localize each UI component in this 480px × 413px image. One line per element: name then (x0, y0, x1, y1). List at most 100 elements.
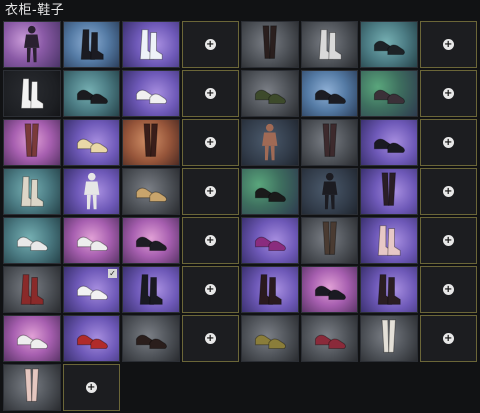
check-icon: ✓ (108, 269, 117, 278)
shoes-icon (373, 138, 406, 154)
wardrobe-item[interactable] (3, 70, 61, 117)
empty-slot[interactable]: + (181, 168, 239, 215)
wardrobe-item[interactable] (3, 217, 61, 264)
wardrobe-item[interactable] (360, 217, 418, 264)
figure-icon (24, 25, 40, 63)
wardrobe-item[interactable] (62, 168, 120, 215)
wardrobe-item[interactable] (3, 364, 61, 411)
empty-slot[interactable]: + (419, 266, 477, 313)
empty-slot[interactable]: + (181, 70, 239, 117)
legs-icon (143, 123, 158, 157)
shoes-icon (135, 236, 168, 252)
wardrobe-item[interactable] (360, 70, 418, 117)
legs-icon (381, 172, 396, 206)
figure-icon (83, 172, 99, 210)
empty-slot[interactable]: + (181, 21, 239, 68)
empty-slot[interactable]: + (181, 315, 239, 362)
wardrobe-grid: + + + + + + + + + + ✓ + + + + + (3, 21, 477, 411)
wardrobe-item[interactable] (3, 168, 61, 215)
shoes-icon (135, 89, 168, 105)
wardrobe-item[interactable] (122, 315, 180, 362)
shoes-icon (76, 89, 108, 105)
legs-icon (322, 123, 337, 157)
legs-icon (24, 368, 39, 402)
wardrobe-item[interactable] (300, 21, 358, 68)
wardrobe-item[interactable] (300, 217, 358, 264)
add-icon: + (204, 284, 216, 295)
boots-icon (377, 274, 401, 305)
add-icon: + (85, 382, 97, 393)
add-icon: + (442, 284, 454, 295)
wardrobe-item[interactable] (300, 168, 358, 215)
wardrobe-item[interactable] (62, 315, 120, 362)
shoes-icon (76, 138, 108, 154)
add-icon: + (204, 88, 216, 99)
empty-slot[interactable]: + (419, 70, 477, 117)
wardrobe-item[interactable] (122, 217, 180, 264)
shoes-icon (135, 334, 168, 350)
wardrobe-item[interactable] (300, 119, 358, 166)
wardrobe-item[interactable] (360, 21, 418, 68)
shoes-icon (314, 285, 346, 301)
wardrobe-item[interactable] (360, 168, 418, 215)
wardrobe-item[interactable] (62, 119, 120, 166)
add-icon: + (204, 333, 216, 344)
wardrobe-item[interactable] (3, 119, 61, 166)
shoes-icon (76, 334, 108, 350)
wardrobe-item[interactable] (62, 217, 120, 264)
boots-icon (139, 29, 163, 60)
add-icon: + (204, 39, 216, 50)
wardrobe-item[interactable] (360, 266, 418, 313)
wardrobe-item[interactable]: ✓ (62, 266, 120, 313)
wardrobe-item[interactable] (241, 21, 299, 68)
shoes-icon (135, 187, 168, 203)
wardrobe-item[interactable] (122, 70, 180, 117)
shoes-icon (16, 334, 49, 350)
empty-slot[interactable]: + (181, 119, 239, 166)
shoes-icon (254, 236, 287, 252)
add-icon: + (204, 137, 216, 148)
empty-slot[interactable]: + (419, 119, 477, 166)
wardrobe-item[interactable] (360, 119, 418, 166)
wardrobe-item[interactable] (241, 217, 299, 264)
empty-slot[interactable]: + (181, 217, 239, 264)
shoes-icon (373, 40, 406, 56)
wardrobe-item[interactable] (122, 119, 180, 166)
page-title: 衣柜-鞋子 (5, 3, 65, 18)
shoes-icon (314, 334, 346, 350)
shoes-icon (314, 89, 346, 105)
empty-slot[interactable]: + (62, 364, 120, 411)
boots-icon (20, 78, 44, 109)
wardrobe-item[interactable] (360, 315, 418, 362)
wardrobe-item[interactable] (241, 70, 299, 117)
boots-icon (80, 29, 104, 60)
wardrobe-item[interactable] (122, 168, 180, 215)
wardrobe-item[interactable] (241, 119, 299, 166)
wardrobe-item[interactable] (122, 21, 180, 68)
wardrobe-item[interactable] (62, 70, 120, 117)
shoes-icon (254, 89, 287, 105)
wardrobe-item[interactable] (3, 266, 61, 313)
wardrobe-item[interactable] (3, 21, 61, 68)
empty-slot[interactable]: + (419, 168, 477, 215)
empty-slot[interactable]: + (419, 21, 477, 68)
figure-icon (262, 123, 278, 161)
wardrobe-item[interactable] (3, 315, 61, 362)
empty-slot[interactable]: + (181, 266, 239, 313)
wardrobe-item[interactable] (62, 21, 120, 68)
figure-icon (321, 172, 337, 210)
wardrobe-item[interactable] (300, 266, 358, 313)
wardrobe-item[interactable] (241, 315, 299, 362)
wardrobe-item[interactable] (300, 315, 358, 362)
add-icon: + (442, 39, 454, 50)
wardrobe-item[interactable] (241, 266, 299, 313)
boots-icon (20, 274, 44, 305)
empty-slot[interactable]: + (419, 315, 477, 362)
add-icon: + (204, 235, 216, 246)
legs-icon (322, 221, 337, 255)
wardrobe-item[interactable] (300, 70, 358, 117)
wardrobe-item[interactable] (241, 168, 299, 215)
wardrobe-item[interactable] (122, 266, 180, 313)
empty-slot[interactable]: + (419, 217, 477, 264)
boots-icon (318, 29, 342, 60)
